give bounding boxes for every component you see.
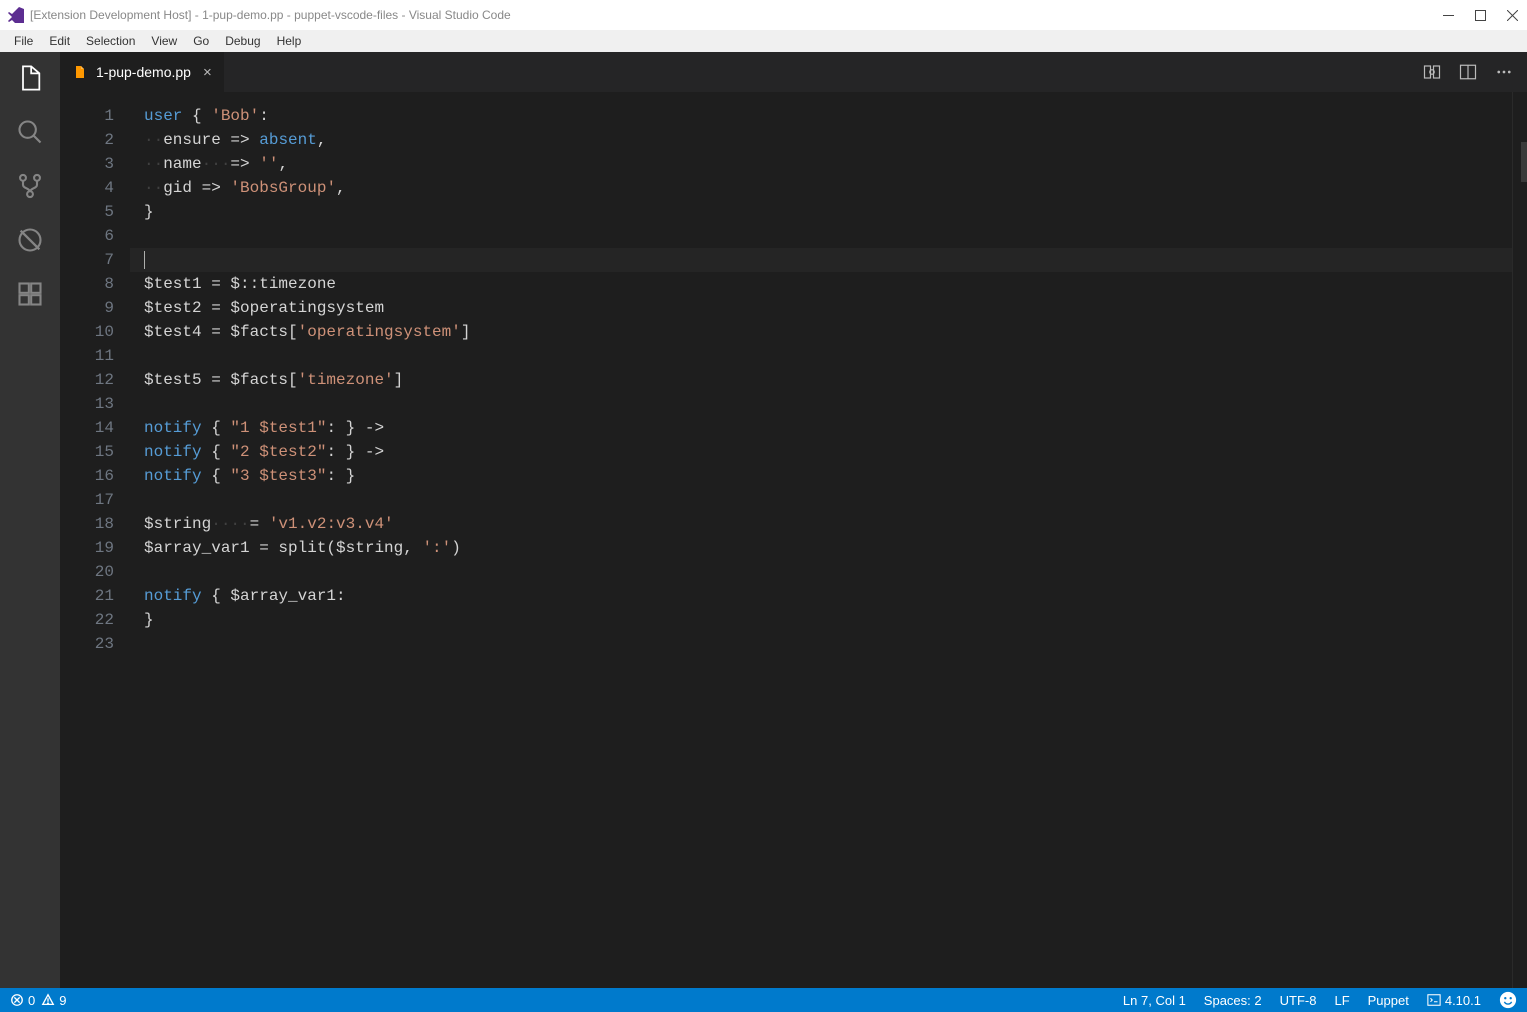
window-title: [Extension Development Host] - 1-pup-dem…: [30, 8, 1441, 22]
menu-item-selection[interactable]: Selection: [78, 34, 143, 48]
code-line[interactable]: $string····= 'v1.v2:v3.v4': [144, 512, 1512, 536]
code-line[interactable]: }: [144, 608, 1512, 632]
line-number: 15: [60, 440, 114, 464]
menu-item-edit[interactable]: Edit: [41, 34, 78, 48]
code-line[interactable]: [130, 248, 1512, 272]
extensions-icon[interactable]: [14, 278, 46, 310]
line-number: 9: [60, 296, 114, 320]
more-actions-icon[interactable]: [1495, 63, 1513, 81]
minimap-scrollbar[interactable]: [1512, 92, 1527, 988]
status-warning-count: 9: [59, 993, 66, 1008]
code-line[interactable]: }: [144, 200, 1512, 224]
editor-group: 1-pup-demo.pp × 123456789101112131415161…: [60, 52, 1527, 988]
line-number: 6: [60, 224, 114, 248]
line-number: 12: [60, 368, 114, 392]
code-line[interactable]: notify { "3 $test3": }: [144, 464, 1512, 488]
status-indentation[interactable]: Spaces: 2: [1204, 993, 1262, 1008]
line-number: 11: [60, 344, 114, 368]
line-number: 22: [60, 608, 114, 632]
menubar: FileEditSelectionViewGoDebugHelp: [0, 30, 1527, 52]
line-number: 23: [60, 632, 114, 656]
code-line[interactable]: $test2 = $operatingsystem: [144, 296, 1512, 320]
search-icon[interactable]: [14, 116, 46, 148]
line-number: 13: [60, 392, 114, 416]
editor-actions: [1409, 52, 1527, 92]
code-line[interactable]: $test5 = $facts['timezone']: [144, 368, 1512, 392]
code-line[interactable]: [144, 392, 1512, 416]
debug-icon[interactable]: [14, 224, 46, 256]
status-bar: 0 9 Ln 7, Col 1 Spaces: 2 UTF-8 LF Puppe…: [0, 988, 1527, 1012]
code-line[interactable]: $test4 = $facts['operatingsystem']: [144, 320, 1512, 344]
maximize-icon[interactable]: [1473, 8, 1487, 22]
feedback-icon[interactable]: [1499, 991, 1517, 1009]
line-number: 7: [60, 248, 114, 272]
code-line[interactable]: notify { "1 $test1": } ->: [144, 416, 1512, 440]
code-line[interactable]: user { 'Bob':: [144, 104, 1512, 128]
code-line[interactable]: [144, 344, 1512, 368]
status-language[interactable]: Puppet: [1368, 993, 1409, 1008]
main-area: 1-pup-demo.pp × 123456789101112131415161…: [0, 52, 1527, 988]
line-number: 4: [60, 176, 114, 200]
tab-file[interactable]: 1-pup-demo.pp ×: [60, 52, 225, 92]
activity-bar: [0, 52, 60, 988]
code-line[interactable]: [144, 224, 1512, 248]
compare-icon[interactable]: [1423, 63, 1441, 81]
puppet-file-icon: [72, 64, 88, 80]
source-control-icon[interactable]: [14, 170, 46, 202]
line-number: 19: [60, 536, 114, 560]
tab-close-icon[interactable]: ×: [203, 64, 212, 81]
menu-item-view[interactable]: View: [143, 34, 185, 48]
menu-item-debug[interactable]: Debug: [217, 34, 268, 48]
tab-filename: 1-pup-demo.pp: [96, 64, 191, 80]
status-encoding[interactable]: UTF-8: [1280, 993, 1317, 1008]
line-number: 8: [60, 272, 114, 296]
code-line[interactable]: [144, 488, 1512, 512]
line-number: 16: [60, 464, 114, 488]
code-line[interactable]: notify { "2 $test2": } ->: [144, 440, 1512, 464]
window-controls: [1441, 8, 1519, 22]
menu-item-go[interactable]: Go: [185, 34, 217, 48]
status-errors[interactable]: 0: [10, 993, 35, 1008]
tab-bar: 1-pup-demo.pp ×: [60, 52, 1527, 92]
status-eol[interactable]: LF: [1334, 993, 1349, 1008]
line-number: 21: [60, 584, 114, 608]
line-number: 5: [60, 200, 114, 224]
line-number: 10: [60, 320, 114, 344]
close-icon[interactable]: [1505, 8, 1519, 22]
minimize-icon[interactable]: [1441, 8, 1455, 22]
code-line[interactable]: $array_var1 = split($string, ':'): [144, 536, 1512, 560]
code-line[interactable]: [144, 560, 1512, 584]
files-icon[interactable]: [14, 62, 46, 94]
menu-item-file[interactable]: File: [6, 34, 41, 48]
code-line[interactable]: ··name···=> '',: [144, 152, 1512, 176]
vscode-logo-icon: [8, 7, 24, 23]
code-line[interactable]: [144, 632, 1512, 656]
line-number: 3: [60, 152, 114, 176]
line-number: 20: [60, 560, 114, 584]
line-number-gutter: 1234567891011121314151617181920212223: [60, 92, 130, 988]
status-error-count: 0: [28, 993, 35, 1008]
status-warnings[interactable]: 9: [41, 993, 66, 1008]
line-number: 2: [60, 128, 114, 152]
status-puppet-version-text: 4.10.1: [1445, 993, 1481, 1008]
code-line[interactable]: ··gid => 'BobsGroup',: [144, 176, 1512, 200]
status-cursor-position[interactable]: Ln 7, Col 1: [1123, 993, 1186, 1008]
window-titlebar: [Extension Development Host] - 1-pup-dem…: [0, 0, 1527, 30]
line-number: 18: [60, 512, 114, 536]
editor-content[interactable]: user { 'Bob':··ensure => absent,··name··…: [130, 92, 1512, 988]
menu-item-help[interactable]: Help: [269, 34, 310, 48]
text-editor[interactable]: 1234567891011121314151617181920212223 us…: [60, 92, 1527, 988]
code-line[interactable]: $test1 = $::timezone: [144, 272, 1512, 296]
line-number: 14: [60, 416, 114, 440]
code-line[interactable]: ··ensure => absent,: [144, 128, 1512, 152]
line-number: 1: [60, 104, 114, 128]
split-editor-icon[interactable]: [1459, 63, 1477, 81]
status-puppet-version[interactable]: 4.10.1: [1427, 993, 1481, 1008]
line-number: 17: [60, 488, 114, 512]
code-line[interactable]: notify { $array_var1:: [144, 584, 1512, 608]
